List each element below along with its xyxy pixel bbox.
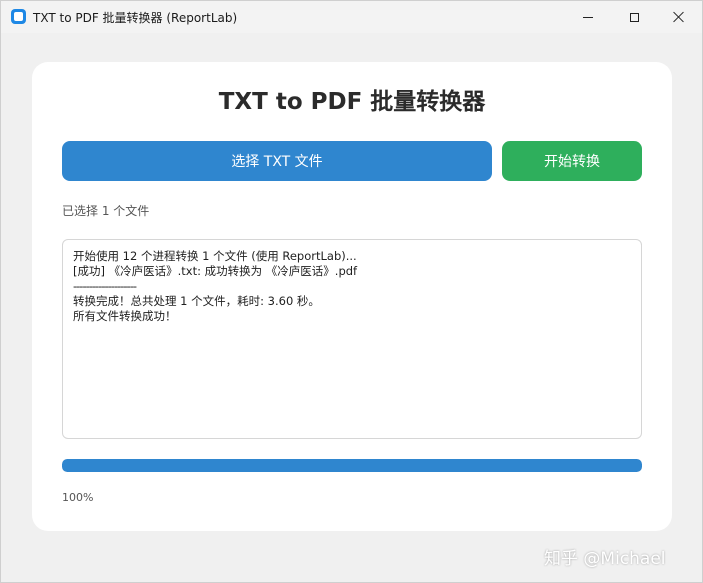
page-title: TXT to PDF 批量转换器 (218, 89, 486, 115)
select-txt-files-button[interactable]: 选择 TXT 文件 (62, 141, 492, 181)
maximize-button[interactable] (611, 1, 657, 33)
log-line: 所有文件转换成功！ (73, 309, 177, 323)
minimize-button[interactable] (565, 1, 611, 33)
progress-label: 100% (62, 491, 94, 504)
progress-bar-fill (62, 459, 642, 472)
log-separator: -------------------- (73, 279, 137, 293)
progress-bar (62, 459, 642, 472)
app-icon (11, 9, 26, 24)
minimize-icon (583, 16, 593, 18)
title-bar[interactable]: TXT to PDF 批量转换器 (ReportLab) (1, 1, 702, 33)
log-line: [成功] 《冷庐医话》.txt: 成功转换为 《冷庐医话》.pdf (73, 264, 358, 278)
watermark: 知乎 @Michael (544, 549, 666, 569)
start-conversion-button[interactable]: 开始转换 (502, 141, 642, 181)
selected-files-info: 已选择 1 个文件 (62, 204, 150, 218)
log-line: 转换完成！总共处理 1 个文件，耗时: 3.60 秒。 (73, 294, 320, 308)
maximize-icon (629, 12, 639, 22)
window-title: TXT to PDF 批量转换器 (ReportLab) (33, 11, 238, 25)
close-icon (673, 11, 685, 23)
log-output[interactable]: 开始使用 12 个进程转换 1 个文件 (使用 ReportLab)... [成… (62, 239, 642, 439)
close-button[interactable] (656, 1, 702, 33)
app-window: TXT to PDF 批量转换器 (ReportLab) TXT to PDF … (0, 0, 703, 583)
log-line: 开始使用 12 个进程转换 1 个文件 (使用 ReportLab)... (73, 249, 357, 263)
main-card: TXT to PDF 批量转换器 选择 TXT 文件 开始转换 已选择 1 个文… (32, 62, 672, 531)
